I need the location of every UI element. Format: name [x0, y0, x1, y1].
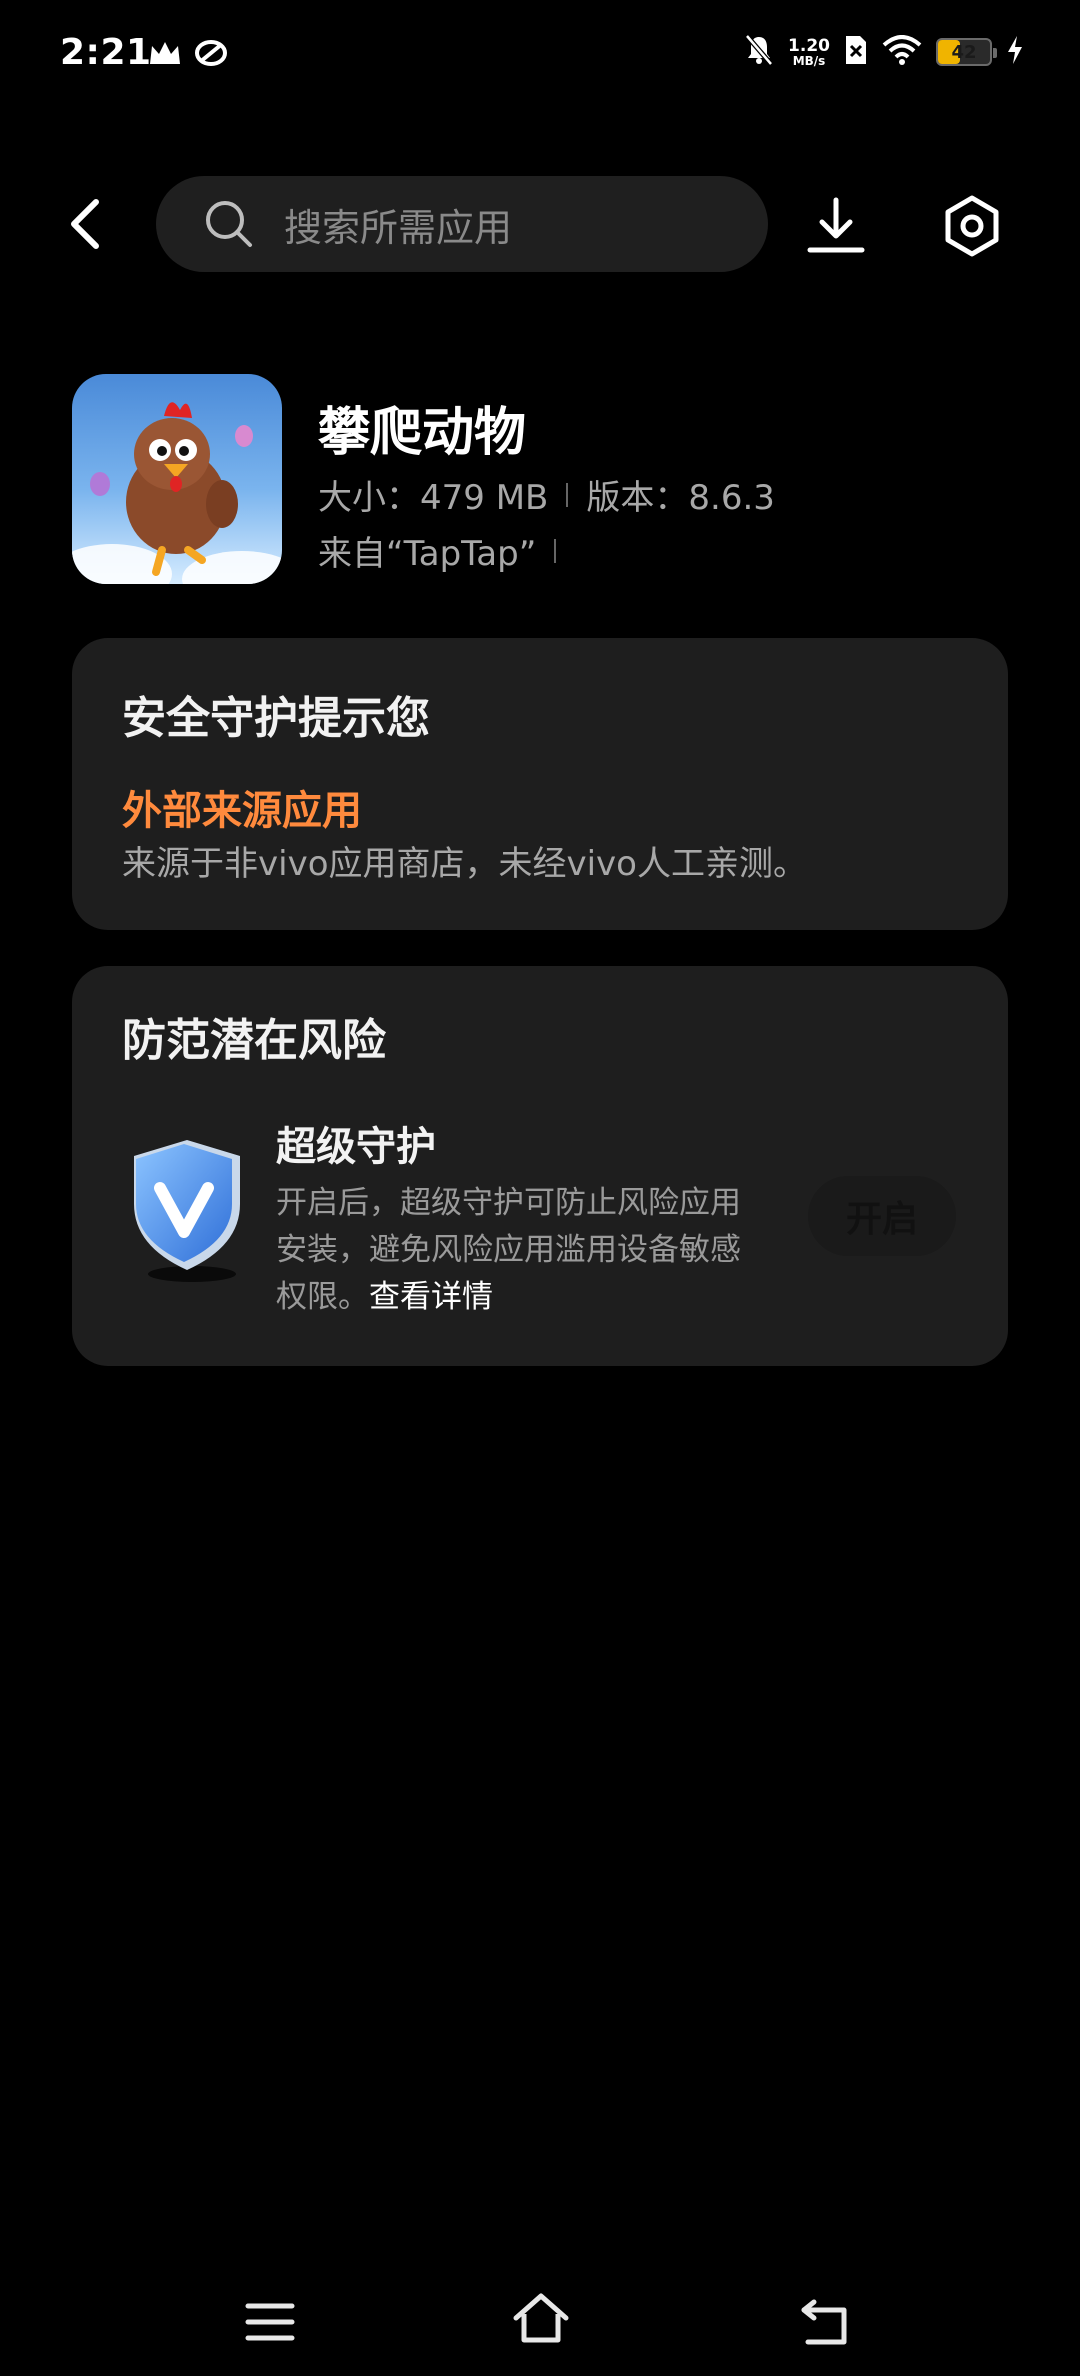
- app-logo-icon: [194, 38, 228, 72]
- battery-level: 42: [951, 41, 977, 63]
- charging-icon: [1006, 35, 1024, 69]
- settings-hex-icon: [945, 195, 999, 257]
- battery-icon: 42: [936, 38, 997, 66]
- crown-icon: [148, 38, 182, 72]
- menu-icon: [245, 2303, 295, 2341]
- divider: [566, 482, 569, 507]
- app-name: 攀爬动物: [318, 403, 527, 463]
- chicken-icon: [72, 402, 282, 584]
- app-source: 来自“TapTap”: [318, 534, 537, 574]
- nav-menu-button[interactable]: [244, 2296, 296, 2348]
- search-placeholder: 搜索所需应用: [284, 205, 513, 250]
- app-version: 版本：8.6.3: [586, 478, 775, 518]
- status-left-icons: [148, 38, 228, 72]
- view-details-link[interactable]: 查看详情: [369, 1279, 493, 1315]
- navigation-bar: [0, 2293, 1080, 2376]
- status-right-icons: 1.20 MB/s 42: [744, 34, 1024, 70]
- back-button[interactable]: [64, 196, 112, 252]
- mute-bell-icon: [744, 34, 774, 70]
- home-icon: [513, 2293, 569, 2343]
- app-meta: 大小：479 MB 版本：8.6.3: [318, 470, 775, 519]
- return-icon: [801, 2299, 847, 2345]
- divider: [554, 538, 557, 563]
- nav-home-button[interactable]: [512, 2290, 570, 2348]
- risk-prevention-card: 防范潜在风险 超级守护 开启后，超级守护可防止风险应用安装，避免风险应用滥用设备…: [72, 966, 1008, 1366]
- nav-back-button[interactable]: [798, 2296, 852, 2350]
- download-icon: [807, 197, 865, 253]
- app-icon: [72, 374, 282, 584]
- enable-button[interactable]: 开启: [808, 1176, 956, 1256]
- net-speed-value: 1.20: [788, 35, 830, 56]
- super-guard-desc: 开启后，超级守护可防止风险应用安装，避免风险应用滥用设备敏感权限。查看详情: [276, 1180, 766, 1321]
- search-icon: [206, 201, 252, 247]
- settings-button[interactable]: [940, 194, 1004, 258]
- net-speed: 1.20 MB/s: [788, 35, 830, 68]
- app-source-row: 来自“TapTap”: [318, 526, 557, 575]
- super-guard-title: 超级守护: [276, 1124, 436, 1170]
- external-source-desc: 来源于非vivo应用商店，未经vivo人工亲测。: [122, 844, 807, 884]
- wifi-icon: [882, 35, 922, 69]
- status-time: 2:21: [60, 32, 152, 73]
- net-speed-unit: MB/s: [792, 53, 826, 68]
- security-card-title: 安全守护提示您: [122, 693, 430, 744]
- top-bar: 搜索所需应用: [0, 176, 1080, 272]
- status-bar: 2:21 1.20 MB/s 42: [0, 0, 1080, 116]
- no-sim-icon: [844, 34, 868, 70]
- app-install-page: 2:21 1.20 MB/s 42 搜索所需应用 攀爬动物 大小：479 MB …: [0, 0, 1080, 2376]
- risk-card-title: 防范潜在风险: [122, 1015, 386, 1066]
- app-size: 大小：479 MB: [318, 478, 549, 518]
- back-arrow-icon: [71, 199, 99, 249]
- search-bar[interactable]: 搜索所需应用: [156, 176, 768, 272]
- security-notice-card: 安全守护提示您 外部来源应用 来源于非vivo应用商店，未经vivo人工亲测。: [72, 638, 1008, 930]
- super-guard-desc-text: 开启后，超级守护可防止风险应用安装，避免风险应用滥用设备敏感权限。: [276, 1185, 741, 1315]
- download-button[interactable]: [804, 194, 868, 258]
- external-source-title: 外部来源应用: [122, 788, 362, 834]
- shield-icon: [122, 1134, 252, 1284]
